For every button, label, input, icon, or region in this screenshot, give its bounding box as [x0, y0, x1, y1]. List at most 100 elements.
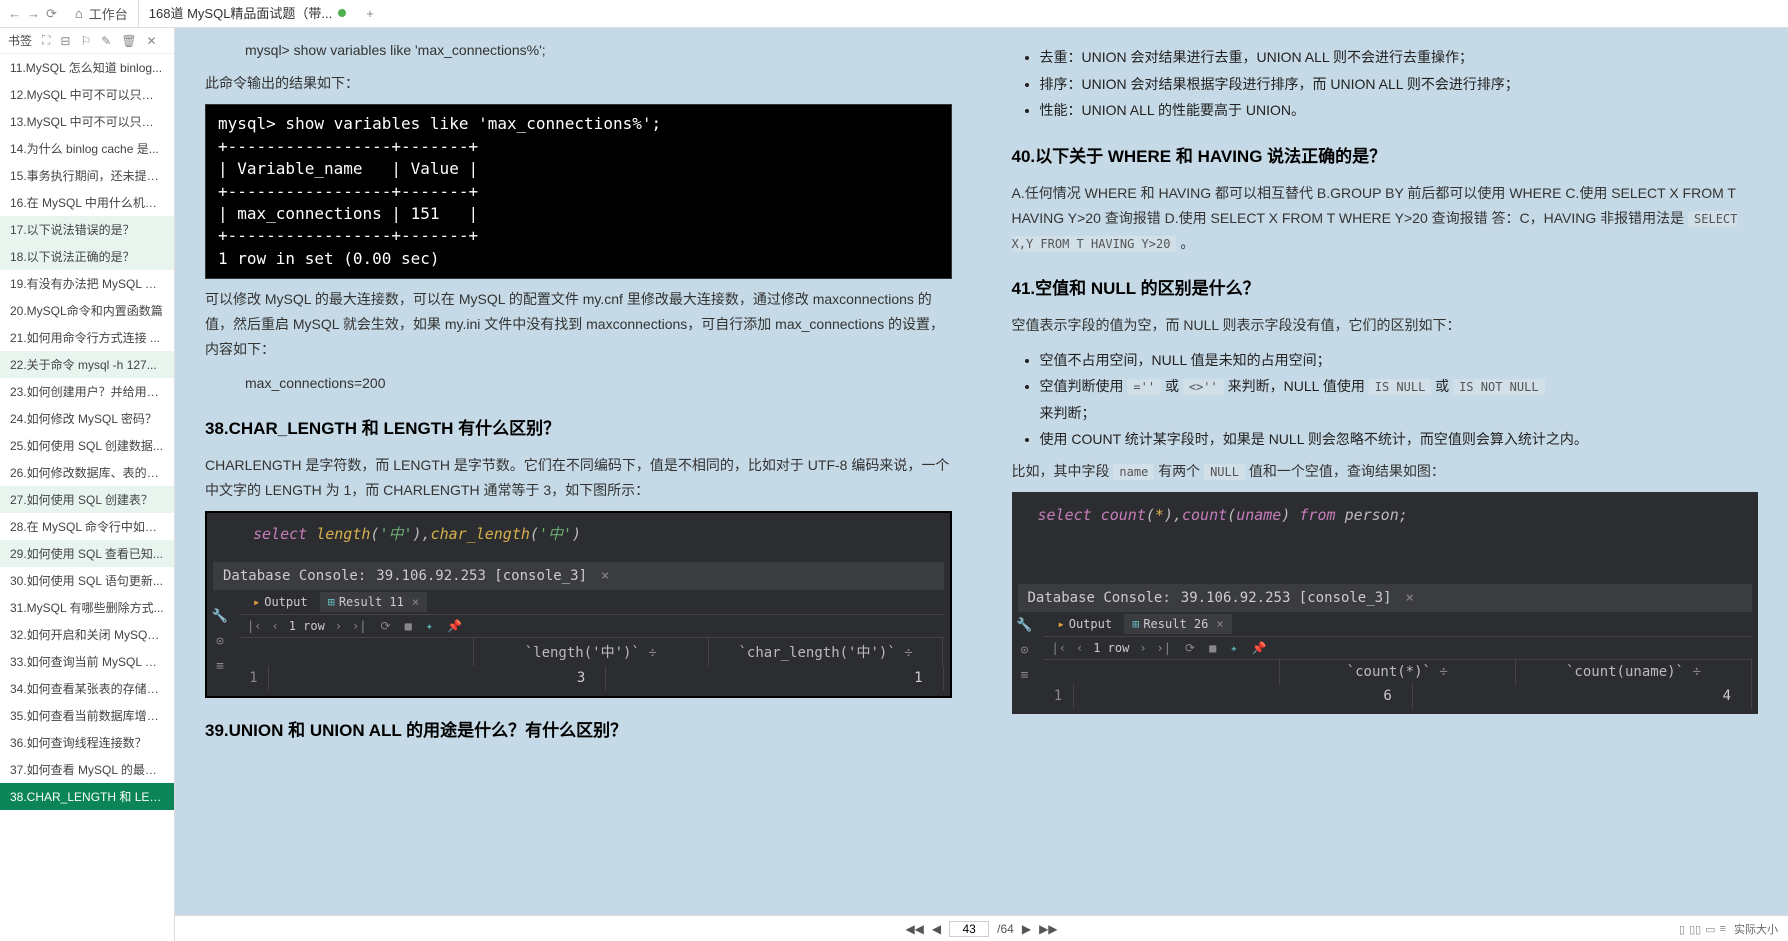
sql-query: select length('中'),char_length('中'): [213, 519, 944, 562]
next-icon[interactable]: ›: [335, 619, 342, 633]
tab-add[interactable]: +: [356, 6, 384, 21]
magic-icon[interactable]: ✦: [426, 619, 433, 633]
sidebar-list: 11.MySQL 怎么知道 binlog...12.MySQL 中可不可以只要 …: [0, 54, 174, 941]
expand-icon[interactable]: ⛶: [42, 33, 50, 48]
forward-icon[interactable]: →: [27, 6, 40, 22]
result-tabs-2: ▸ Output ⊞ Result 26 ×: [1044, 612, 1753, 637]
sidebar-item[interactable]: 31.MySQL 有哪些删除方式...: [0, 594, 174, 621]
sidebar-item[interactable]: 14.为什么 binlog cache 是...: [0, 135, 174, 162]
view-double-icon[interactable]: ▯▯: [1689, 923, 1701, 936]
sidebar-item[interactable]: 38.CHAR_LENGTH 和 LEN...: [0, 783, 174, 810]
clock-icon[interactable]: ⊙: [216, 634, 224, 649]
prev-icon[interactable]: ‹: [1076, 641, 1083, 655]
sidebar-item[interactable]: 36.如何查询线程连接数？: [0, 729, 174, 756]
sidebar-item[interactable]: 21.如何用命令行方式连接 ...: [0, 324, 174, 351]
close-console-icon[interactable]: ×: [1406, 590, 1414, 606]
clock-icon[interactable]: ⊙: [1021, 643, 1029, 658]
reload-icon[interactable]: ⟳: [1185, 641, 1195, 655]
sidebar-item[interactable]: 26.如何修改数据库、表的编...: [0, 459, 174, 486]
sidebar-item[interactable]: 25.如何使用 SQL 创建数据...: [0, 432, 174, 459]
sidebar-item[interactable]: 28.在 MySQL 命令行中如何...: [0, 513, 174, 540]
page-next-icon[interactable]: ▶: [1022, 922, 1031, 936]
console-title: Database Console: 39.106.92.253 [console…: [213, 562, 944, 590]
page-input[interactable]: [949, 921, 989, 937]
output-icon: ▸: [253, 595, 260, 609]
view-scroll-icon[interactable]: ≡: [1720, 923, 1726, 936]
heading-39: 39.UNION 和 UNION ALL 的用途是什么？有什么区别？: [205, 716, 952, 741]
pin-icon[interactable]: 📌: [447, 619, 462, 633]
last-icon[interactable]: ›|: [352, 619, 366, 633]
flag-icon[interactable]: ⚐: [80, 34, 91, 48]
wrench-icon[interactable]: 🔧: [1016, 618, 1032, 633]
sidebar-item[interactable]: 23.如何创建用户？并给用户...: [0, 378, 174, 405]
layout-icon[interactable]: ≡: [1021, 668, 1029, 683]
db-console-2: select count(*),count(uname) from person…: [1012, 492, 1759, 714]
sidebar-item[interactable]: 24.如何修改 MySQL 密码？: [0, 405, 174, 432]
bullet: 排序：UNION 会对结果根据字段进行排序，而 UNION ALL 则不会进行排…: [1040, 71, 1759, 98]
output-icon: ▸: [1058, 617, 1065, 631]
edit-icon[interactable]: ✎: [101, 34, 111, 48]
sidebar-item[interactable]: 34.如何查看某张表的存储引...: [0, 675, 174, 702]
sidebar-item[interactable]: 15.事务执行期间，还未提交...: [0, 162, 174, 189]
sidebar-item[interactable]: 37.如何查看 MySQL 的最大...: [0, 756, 174, 783]
bullet-list-union: 去重：UNION 会对结果进行去重，UNION ALL 则不会进行去重操作； 排…: [1012, 44, 1759, 124]
sidebar-item[interactable]: 22.关于命令 mysql -h 127...: [0, 351, 174, 378]
tab-home[interactable]: ⌂ 工作台: [65, 0, 139, 27]
view-single-icon[interactable]: ▯: [1679, 923, 1685, 936]
sidebar-item[interactable]: 11.MySQL 怎么知道 binlog...: [0, 54, 174, 81]
sidebar-item[interactable]: 12.MySQL 中可不可以只要 ...: [0, 81, 174, 108]
topbar: ← → ⟳ ⌂ 工作台 168道 MySQL精品面试题（带... +: [0, 0, 1788, 28]
close-console-icon[interactable]: ×: [601, 568, 609, 584]
first-icon[interactable]: |‹: [247, 619, 261, 633]
sidebar-item[interactable]: 17.以下说法错误的是？: [0, 216, 174, 243]
tab-output[interactable]: ▸ Output: [245, 592, 316, 612]
db-console-1: select length('中'),char_length('中') Data…: [205, 511, 952, 698]
stop-icon[interactable]: ■: [405, 619, 412, 633]
close-tab-icon[interactable]: ×: [412, 595, 419, 609]
sidebar-item[interactable]: 27.如何使用 SQL 创建表？: [0, 486, 174, 513]
back-icon[interactable]: ←: [8, 6, 21, 22]
refresh-icon[interactable]: ⟳: [46, 6, 57, 22]
paragraph: 可以修改 MySQL 的最大连接数，可以在 MySQL 的配置文件 my.cnf…: [205, 287, 952, 363]
sidebar-item[interactable]: 20.MySQL命令和内置函数篇: [0, 297, 174, 324]
collapse-icon[interactable]: ⊟: [60, 34, 70, 48]
terminal-output: mysql> show variables like 'max_connecti…: [205, 104, 952, 279]
left-column: mysql> show variables like 'max_connecti…: [175, 28, 982, 941]
sidebar-item[interactable]: 13.MySQL 中可不可以只要 ...: [0, 108, 174, 135]
wrench-icon[interactable]: 🔧: [212, 609, 228, 624]
sidebar-item[interactable]: 30.如何使用 SQL 语句更新...: [0, 567, 174, 594]
tab-result-2[interactable]: ⊞ Result 26 ×: [1124, 614, 1232, 634]
tab-result[interactable]: ⊞ Result 11 ×: [320, 592, 428, 612]
page-first-icon[interactable]: ◀◀: [905, 922, 923, 936]
last-icon[interactable]: ›|: [1157, 641, 1171, 655]
sidebar-item[interactable]: 33.如何查询当前 MySQL 安...: [0, 648, 174, 675]
pager-row: |‹ ‹ 1 row › ›| ⟳ ■ ✦ 📌: [239, 615, 944, 637]
close-icon[interactable]: ✕: [147, 34, 157, 48]
close-tab-icon[interactable]: ×: [1216, 617, 1223, 631]
sidebar-item[interactable]: 18.以下说法正确的是？: [0, 243, 174, 270]
reload-icon[interactable]: ⟳: [381, 619, 391, 633]
prev-icon[interactable]: ‹: [271, 619, 278, 633]
layout-icon[interactable]: ≡: [216, 659, 224, 674]
first-icon[interactable]: |‹: [1052, 641, 1066, 655]
heading-38: 38.CHAR_LENGTH 和 LENGTH 有什么区别？: [205, 414, 952, 439]
sidebar-item[interactable]: 35.如何查看当前数据库增删...: [0, 702, 174, 729]
stop-icon[interactable]: ■: [1209, 641, 1216, 655]
page-last-icon[interactable]: ▶▶: [1039, 922, 1057, 936]
tab-output-2[interactable]: ▸ Output: [1050, 614, 1121, 634]
code-eq: ='': [1127, 379, 1161, 395]
view-book-icon[interactable]: ▭: [1705, 923, 1715, 936]
magic-icon[interactable]: ✦: [1230, 641, 1237, 655]
pin-icon[interactable]: 📌: [1252, 641, 1267, 655]
pager-bar: ◀◀ ◀ /64 ▶ ▶▶ ▯ ▯▯ ▭ ≡ 实际大小: [175, 915, 1788, 941]
sidebar-item[interactable]: 32.如何开启和关闭 MySQL...: [0, 621, 174, 648]
page-prev-icon[interactable]: ◀: [932, 922, 941, 936]
delete-icon[interactable]: 🗑: [121, 34, 136, 48]
zoom-label[interactable]: 实际大小: [1734, 921, 1778, 937]
next-icon[interactable]: ›: [1139, 641, 1146, 655]
tab-document[interactable]: 168道 MySQL精品面试题（带...: [139, 0, 356, 27]
sidebar-item[interactable]: 16.在 MySQL 中用什么机制...: [0, 189, 174, 216]
bullet: 去重：UNION 会对结果进行去重，UNION ALL 则不会进行去重操作；: [1040, 44, 1759, 71]
sidebar-item[interactable]: 19.有没有办法把 MySQL 的...: [0, 270, 174, 297]
sidebar-item[interactable]: 29.如何使用 SQL 查看已知...: [0, 540, 174, 567]
